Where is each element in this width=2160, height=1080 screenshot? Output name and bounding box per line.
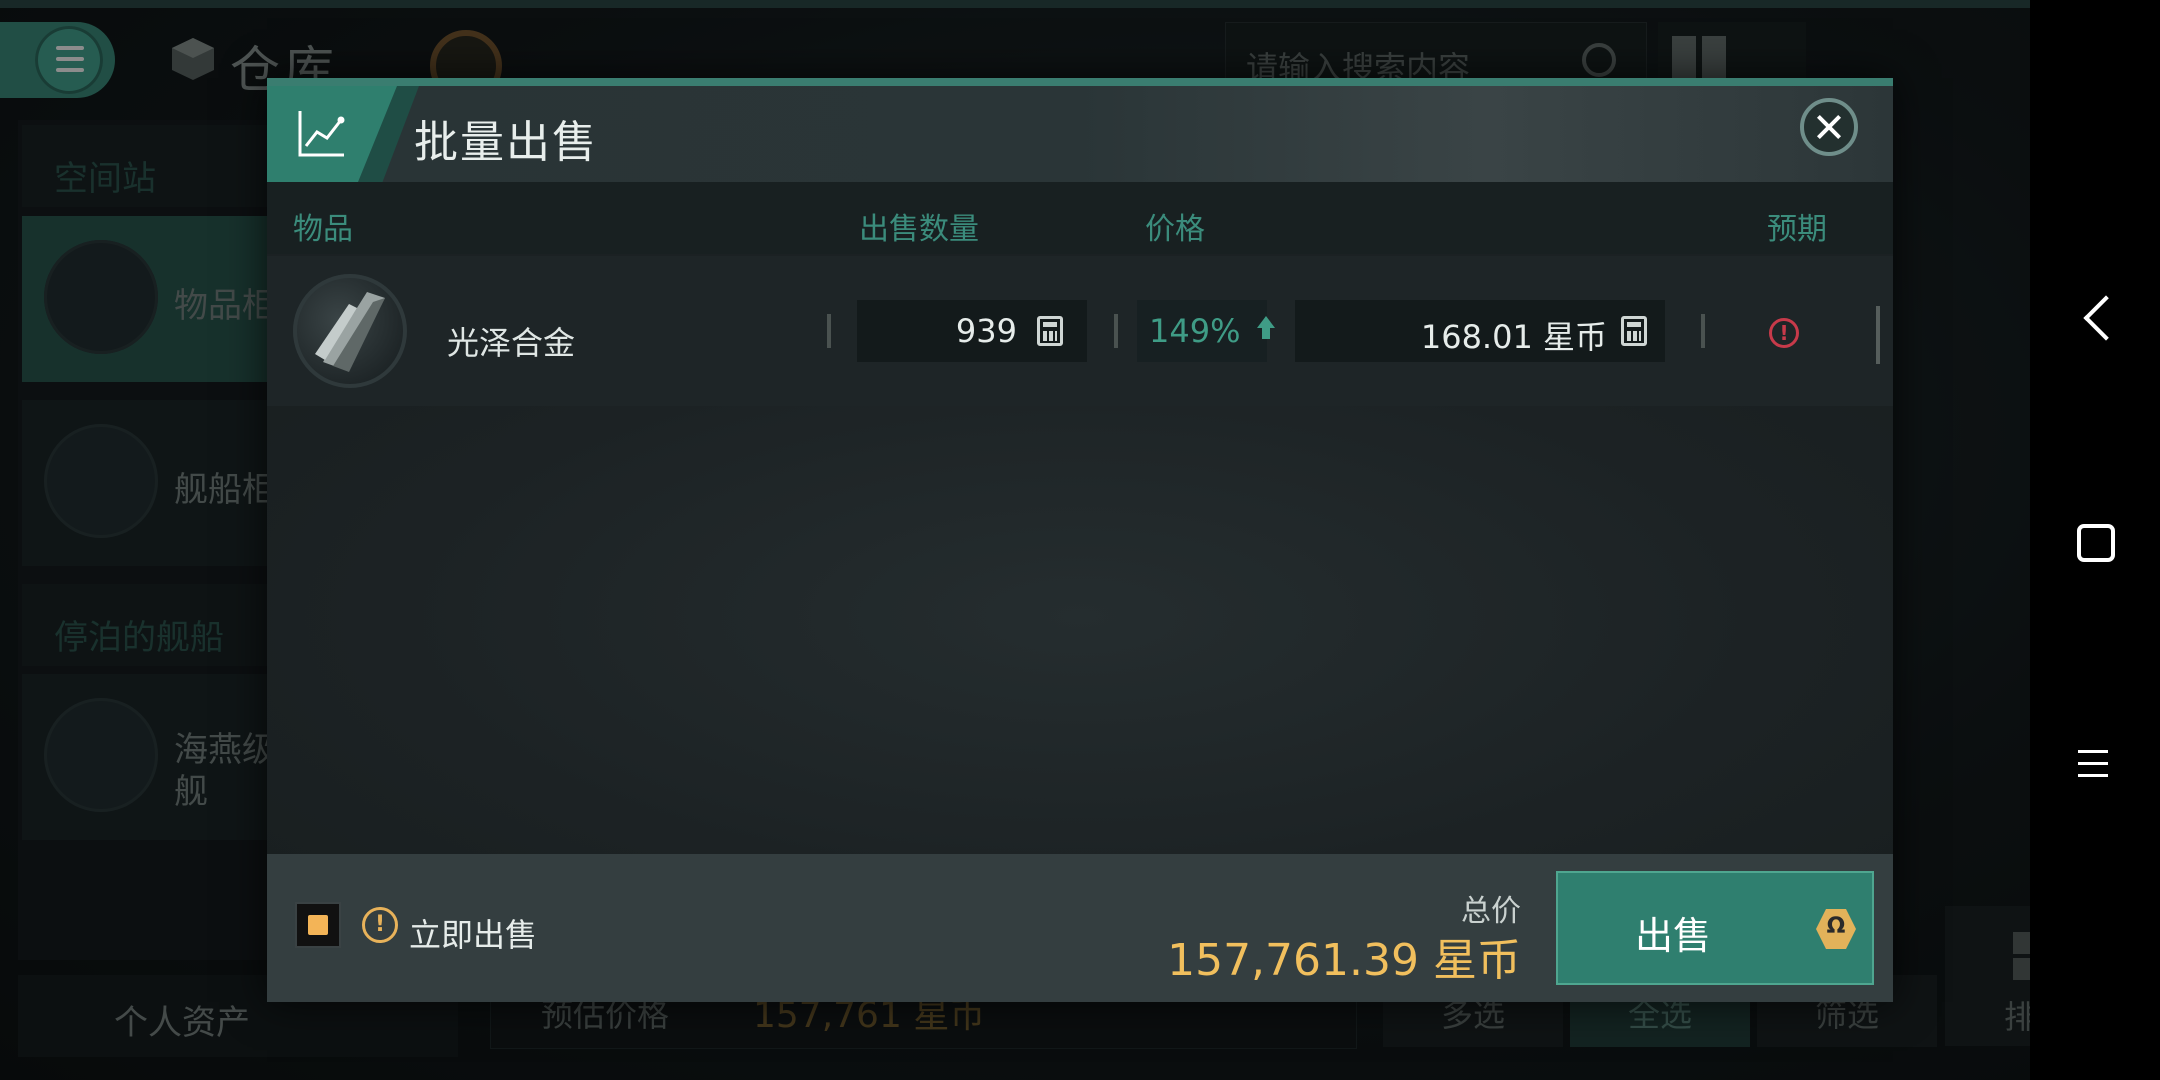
close-icon[interactable] [1800, 98, 1858, 156]
alloy-item-icon[interactable] [293, 274, 407, 388]
home-icon[interactable] [2077, 524, 2115, 562]
column-item: 物品 [293, 212, 353, 247]
column-divider [1701, 314, 1705, 348]
dialog-title: 批量出售 [414, 117, 598, 168]
price-percent-value: 149% [1149, 312, 1241, 350]
chart-icon [298, 111, 345, 157]
sell-button[interactable]: 出售 Ω [1556, 871, 1874, 985]
price-value: 168.01 星币 [1420, 318, 1607, 356]
column-divider [827, 314, 831, 348]
item-name: 光泽合金 [447, 324, 576, 362]
back-icon[interactable] [2083, 295, 2129, 341]
column-quantity: 出售数量 [859, 212, 979, 247]
column-divider [1114, 314, 1118, 348]
calculator-icon[interactable] [1621, 316, 1647, 346]
sell-button-label: 出售 [1634, 914, 1711, 958]
price-field[interactable]: 168.01 星币 [1295, 300, 1665, 362]
omega-badge-icon: Ω [1816, 909, 1856, 949]
column-expect: 预期 [1767, 212, 1827, 247]
instant-sell-checkbox[interactable] [295, 902, 341, 948]
instant-sell-label: 立即出售 [409, 916, 538, 954]
column-price: 价格 [1145, 212, 1205, 247]
total-price-value: 157,761.39 星币 [1167, 935, 1521, 986]
quantity-field[interactable]: 939 [857, 300, 1087, 362]
table-header: 物品 出售数量 价格 预期 [267, 182, 1893, 254]
scrollbar[interactable] [1876, 306, 1880, 364]
calculator-icon[interactable] [1037, 316, 1063, 346]
quantity-value: 939 [955, 312, 1017, 350]
dialog-top-accent [267, 78, 1893, 86]
info-warning-icon[interactable]: ! [362, 907, 398, 943]
batch-sell-dialog: 批量出售 物品 出售数量 价格 预期 光泽合金 939 149% 168.01 … [267, 78, 1893, 1002]
recent-apps-icon[interactable] [2078, 750, 2108, 786]
system-nav-bar [2030, 0, 2160, 1080]
price-percent: 149% [1137, 300, 1275, 362]
warning-icon[interactable]: ! [1769, 318, 1799, 348]
